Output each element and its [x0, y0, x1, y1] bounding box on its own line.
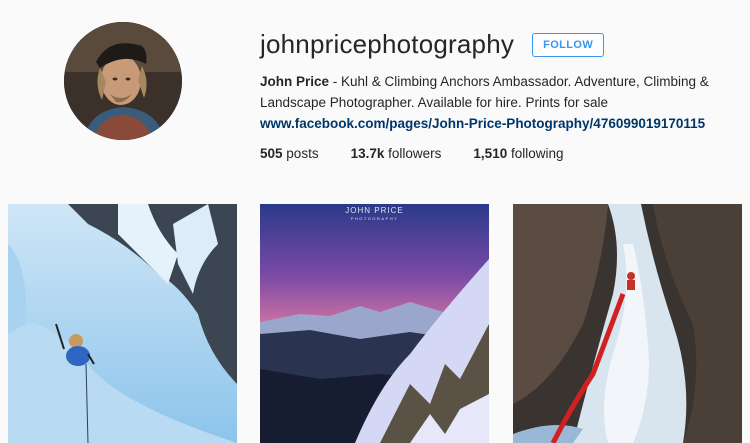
title-row: johnpricephotography FOLLOW [260, 28, 730, 60]
posts-stat: 505 posts [260, 146, 319, 161]
profile-website-link[interactable]: www.facebook.com/pages/John-Price-Photog… [260, 113, 720, 134]
followers-stat[interactable]: 13.7k followers [351, 146, 442, 161]
posts-label: posts [286, 146, 319, 161]
profile-name: John Price [260, 74, 330, 89]
ice-climber-photo [8, 204, 237, 443]
post-tile-ice-climber[interactable] [8, 204, 237, 443]
watermark-subtitle: PHOTOGRAPHY [350, 216, 399, 221]
profile-avatar[interactable] [64, 22, 182, 140]
following-stat[interactable]: 1,510 following [473, 146, 563, 161]
profile-username: johnpricephotography [260, 29, 515, 59]
post-tile-sunset-mountains[interactable]: JOHN PRICE PHOTOGRAPHY [260, 204, 489, 443]
watermark-title: JOHN PRICE [345, 206, 404, 215]
profile-stats: 505 posts 13.7k followers 1,510 followin… [260, 146, 730, 161]
avatar-image [64, 22, 182, 140]
canyon-climber-photo [513, 204, 742, 443]
posts-grid: JOHN PRICE PHOTOGRAPHY [8, 204, 742, 443]
posts-count: 505 [260, 146, 283, 161]
profile-header: johnpricephotography FOLLOW John Price -… [260, 28, 730, 161]
followers-label: followers [388, 146, 442, 161]
follow-button[interactable]: FOLLOW [532, 33, 605, 57]
following-label: following [510, 146, 564, 161]
sunset-mountains-photo [260, 204, 489, 443]
following-count: 1,510 [473, 146, 508, 161]
post-tile-canyon-climber[interactable] [513, 204, 742, 443]
profile-bio: John Price - Kuhl & Climbing Anchors Amb… [260, 71, 720, 134]
photo-watermark: JOHN PRICE PHOTOGRAPHY [260, 206, 489, 221]
followers-count: 13.7k [350, 146, 385, 161]
